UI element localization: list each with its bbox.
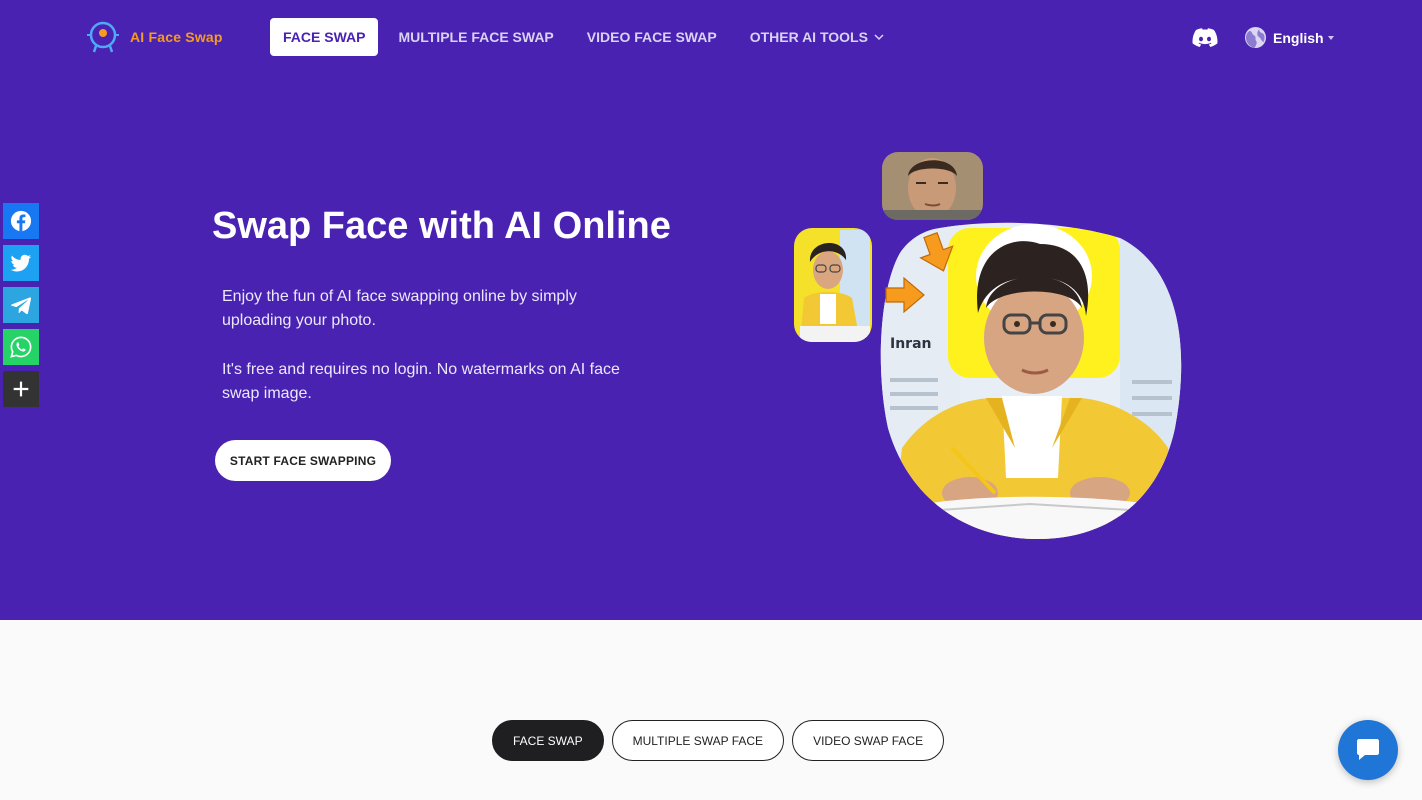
chevron-down-icon (874, 34, 884, 41)
main-nav: FACE SWAP MULTIPLE FACE SWAP VIDEO FACE … (270, 18, 904, 56)
more-share-button[interactable] (3, 371, 39, 407)
whatsapp-share-button[interactable] (3, 329, 39, 365)
source-face-photo (882, 152, 983, 220)
whatsapp-icon (10, 336, 32, 358)
nav-video-face-swap[interactable]: VIDEO FACE SWAP (574, 18, 730, 56)
chat-icon (1357, 739, 1379, 760)
brand-name: AI Face Swap (130, 29, 223, 45)
globe-icon (1244, 26, 1267, 49)
hero-section (0, 0, 1422, 620)
tab-video-swap-face[interactable]: VIDEO SWAP FACE (792, 720, 945, 761)
twitter-share-button[interactable] (3, 245, 39, 281)
chat-widget-button[interactable] (1338, 720, 1398, 780)
social-share-bar (3, 203, 39, 407)
nav-multiple-face-swap[interactable]: MULTIPLE FACE SWAP (385, 18, 566, 56)
language-selector[interactable]: English (1244, 26, 1334, 49)
twitter-icon (10, 254, 32, 272)
hero-title: Swap Face with AI Online (212, 205, 671, 247)
tab-multiple-swap-face[interactable]: MULTIPLE SWAP FACE (611, 720, 785, 761)
site-logo[interactable]: AI Face Swap (86, 20, 223, 54)
telegram-icon (11, 297, 32, 315)
target-cartoon-thumbnail (794, 228, 872, 342)
face-swap-illustration: Inran (794, 152, 1182, 540)
hero-description: Enjoy the fun of AI face swapping online… (222, 288, 577, 329)
svg-text:Inran: Inran (890, 336, 932, 352)
telegram-share-button[interactable] (3, 287, 39, 323)
nav-face-swap[interactable]: FACE SWAP (270, 18, 379, 56)
caret-down-icon (1327, 35, 1334, 40)
language-label: English (1273, 29, 1324, 46)
hero-subdescription: It's free and requires no login. No wate… (222, 361, 620, 402)
more-icon (13, 381, 29, 397)
tool-tabs: FACE SWAP MULTIPLE SWAP FACE VIDEO SWAP … (492, 720, 945, 761)
facebook-icon (10, 210, 32, 232)
discord-icon[interactable] (1192, 27, 1218, 49)
facebook-share-button[interactable] (3, 203, 39, 239)
result-face-image: Inran (880, 222, 1182, 540)
start-face-swapping-button[interactable]: START FACE SWAPPING (215, 440, 391, 481)
tab-face-swap[interactable]: FACE SWAP (492, 720, 604, 761)
brain-logo-icon (87, 21, 119, 53)
nav-other-ai-tools[interactable]: OTHER AI TOOLS (737, 18, 897, 56)
